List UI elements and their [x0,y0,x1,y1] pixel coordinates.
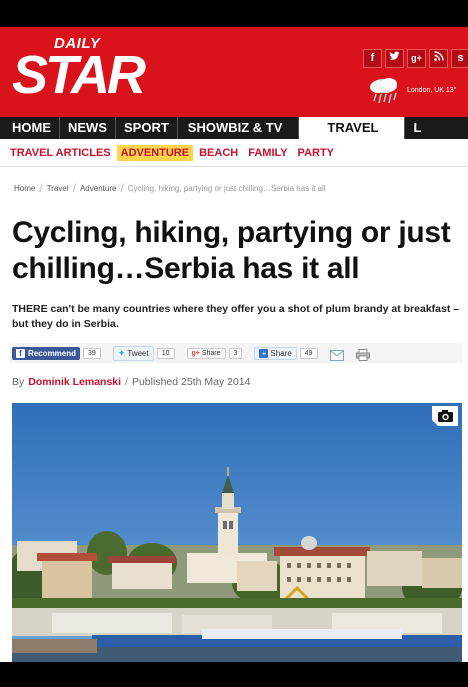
nav-more[interactable]: L [405,117,429,139]
nav-sport[interactable]: SPORT [116,117,178,139]
nav-home[interactable]: HOME [0,117,60,139]
weather-rain-icon [367,77,401,107]
breadcrumb-adventure[interactable]: Adventure [76,184,120,193]
byline-prefix: By [12,376,25,388]
gplus-share-label: Share [201,349,221,357]
bottom-black-bar [0,662,468,687]
nav-news[interactable]: NEWS [60,117,116,139]
breadcrumb-travel[interactable]: Travel [43,184,73,193]
google-plus-share-button[interactable]: g+ Share [186,347,226,359]
share-label: Share [270,348,292,358]
tweet-count: 10 [156,347,175,359]
rss-icon[interactable] [429,49,448,68]
article-byline: By Dominik Lemanski / Published 25th May… [12,376,250,388]
gplus-count: 3 [228,347,243,359]
published-date: Published 25th May 2014 [131,376,251,388]
tweet-label: Tweet [127,348,149,358]
breadcrumb-current: Cycling, hiking, partying or just chilli… [127,183,326,193]
recommend-label: Recommend [28,348,77,358]
print-icon[interactable] [355,348,370,361]
camera-gallery-icon[interactable] [432,406,458,426]
nav-showbiz-tv[interactable]: SHOWBIZ & TV [178,117,300,139]
share-bar: f Recommend 39 ✦ Tweet 10 g+ Share 3 + S… [10,343,462,363]
breadcrumb-home[interactable]: Home [10,184,39,193]
subnav-adventure[interactable]: ADVENTURE [116,144,194,161]
twitter-bird-icon: ✦ [117,347,126,358]
google-plus-icon: g+ [191,349,200,357]
main-nav: HOME NEWS SPORT SHOWBIZ & TV TRAVEL L [0,117,468,139]
facebook-icon: f [16,348,25,358]
byline-separator: / [125,376,128,388]
travel-subnav: TRAVEL ARTICLES ADVENTURE BEACH FAMILY P… [0,139,468,167]
subnav-family[interactable]: FAMILY [244,145,291,161]
logo-star-text: STAR [12,45,146,105]
subnav-party[interactable]: PARTY [294,145,338,161]
article-hero-image[interactable] [12,403,462,663]
addthis-share-button[interactable]: + Share [254,346,297,360]
google-plus-icon[interactable]: g+ [407,49,426,68]
twitter-icon[interactable] [385,49,404,68]
article-headline: Cycling, hiking, partying or just chilli… [12,216,451,285]
facebook-icon[interactable]: f [363,49,382,68]
more-social-icon[interactable]: s [451,49,468,68]
email-icon[interactable] [329,348,344,361]
weather-location: London, UK 13° [407,87,457,94]
subnav-beach[interactable]: BEACH [195,145,242,161]
nav-travel[interactable]: TRAVEL [299,117,406,139]
article-page: Home / Travel / Adventure / Cycling, hik… [0,167,468,687]
recommend-count: 39 [83,347,101,359]
plus-icon: + [259,348,269,358]
article-standfirst: THERE can't be many countries where they… [12,303,460,330]
share-count: 49 [299,347,318,359]
subnav-travel-articles[interactable]: TRAVEL ARTICLES [6,145,115,161]
facebook-recommend-button[interactable]: f Recommend [12,346,81,360]
daily-star-logo[interactable]: DAILY STAR [12,33,146,113]
author-link[interactable]: Dominik Lemanski [28,376,121,388]
tweet-button[interactable]: ✦ Tweet [112,345,154,361]
breadcrumb: Home / Travel / Adventure / Cycling, hik… [10,180,462,196]
social-links: f g+ s [363,49,468,68]
masthead: DAILY STAR f g+ s London, UK 13° [0,27,468,117]
top-black-bar [0,0,468,27]
